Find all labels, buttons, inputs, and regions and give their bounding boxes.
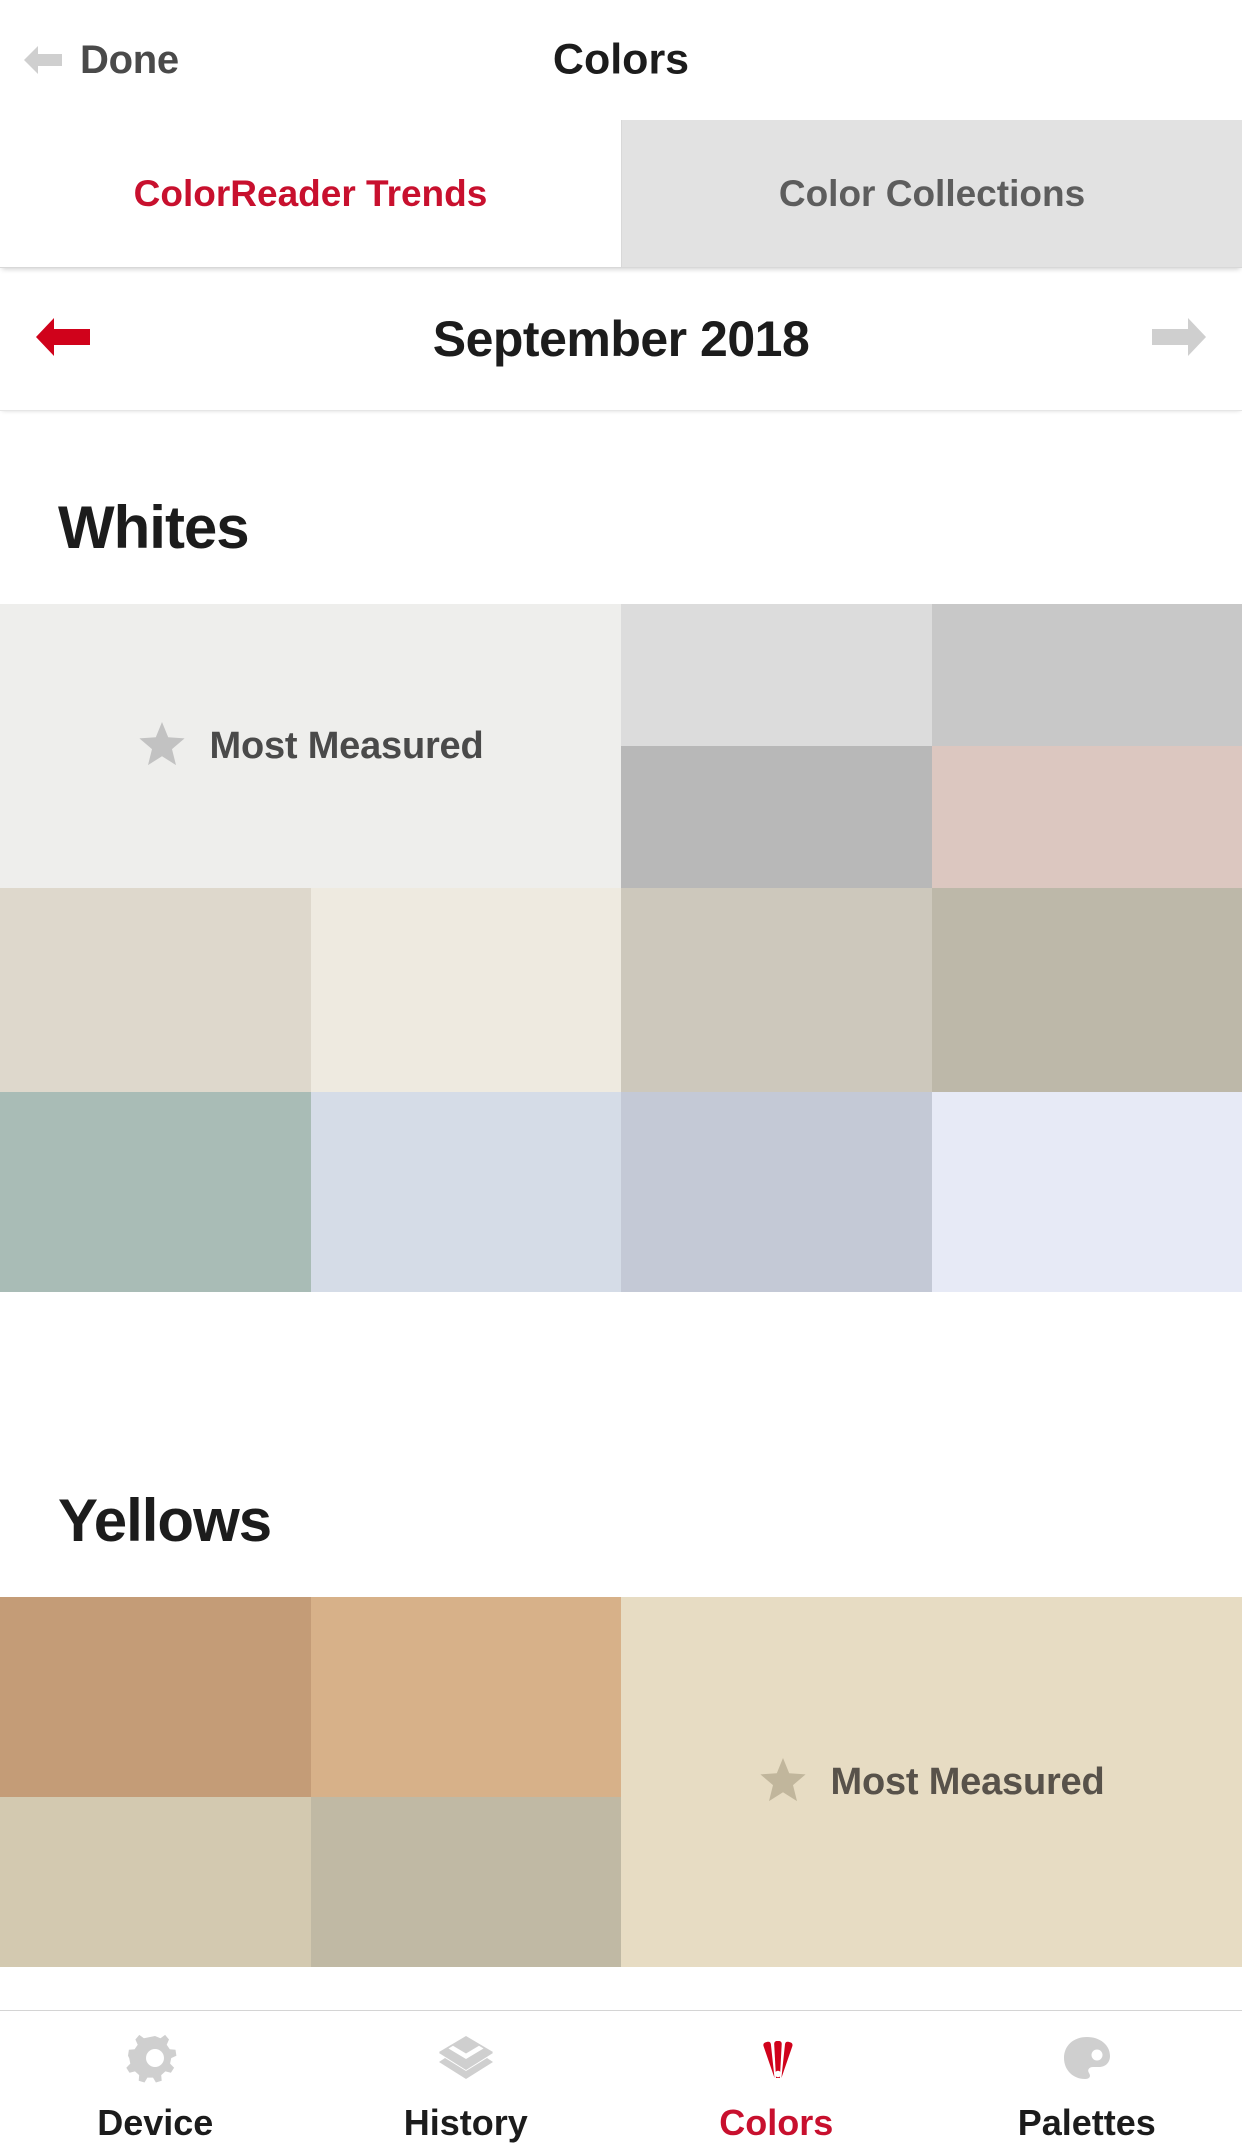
swatch-tile[interactable]	[310, 1597, 621, 1797]
trends-content[interactable]: Whites Most Measured Yellows Most Measur…	[0, 411, 1242, 2156]
star-icon	[137, 720, 187, 773]
most-measured-tile-whites[interactable]: Most Measured	[0, 604, 621, 888]
bottom-tabbar: Device History Colors Palettes	[0, 2010, 1242, 2156]
fandeck-icon	[745, 2030, 807, 2088]
bottom-tab-colors[interactable]: Colors	[621, 2011, 932, 2156]
tab-colorreader-trends[interactable]: ColorReader Trends	[0, 120, 621, 267]
swatch-tile[interactable]	[931, 604, 1242, 746]
prev-month-button[interactable]	[34, 314, 92, 365]
page-title: Colors	[552, 35, 690, 84]
swatch-tile[interactable]	[310, 1092, 621, 1292]
swatch-tile[interactable]	[0, 1092, 311, 1292]
bottom-tab-label: Device	[97, 2101, 214, 2143]
swatch-tile[interactable]	[621, 1092, 932, 1292]
tab-label: ColorReader Trends	[133, 172, 488, 214]
swatch-tile[interactable]	[0, 1597, 311, 1797]
bottom-tab-palettes[interactable]: Palettes	[932, 2011, 1242, 2156]
most-measured-tile-yellows[interactable]: Most Measured	[621, 1597, 1242, 1967]
star-icon	[758, 1756, 808, 1809]
tab-color-collections[interactable]: Color Collections	[621, 120, 1242, 267]
tab-label: Color Collections	[778, 172, 1086, 214]
swatch-tile[interactable]	[931, 888, 1242, 1092]
layers-icon	[435, 2030, 497, 2088]
swatch-grid-whites: Most Measured	[0, 604, 1242, 1292]
bottom-tab-history[interactable]: History	[311, 2011, 622, 2156]
done-button[interactable]: Done	[0, 38, 179, 83]
swatch-tile[interactable]	[621, 746, 932, 888]
month-navigation: September 2018	[0, 268, 1242, 411]
swatch-tile[interactable]	[931, 1092, 1242, 1292]
most-measured-label: Most Measured	[209, 724, 484, 767]
section-gap	[0, 1292, 1242, 1404]
section-title-yellows: Yellows	[58, 1487, 272, 1554]
swatch-tile[interactable]	[931, 746, 1242, 888]
next-month-button[interactable]	[1150, 314, 1208, 365]
arrow-left-icon	[22, 40, 64, 80]
bottom-tab-label: Colors	[719, 2101, 834, 2143]
swatch-tile[interactable]	[0, 1797, 311, 1967]
segment-tabbar: ColorReader Trends Color Collections	[0, 120, 1242, 268]
gear-icon	[124, 2030, 186, 2088]
bottom-tab-device[interactable]: Device	[0, 2011, 311, 2156]
app-root: Done Colors ColorReader Trends Color Col…	[0, 0, 1242, 2156]
bottom-tab-label: Palettes	[1017, 2101, 1156, 2143]
swatch-tile[interactable]	[0, 888, 311, 1092]
swatch-tile[interactable]	[621, 888, 932, 1092]
month-label: September 2018	[432, 311, 810, 367]
most-measured-label: Most Measured	[830, 1760, 1105, 1803]
done-label: Done	[80, 37, 179, 82]
swatch-tile[interactable]	[310, 1797, 621, 1967]
swatch-grid-yellows: Most Measured	[0, 1597, 1242, 1967]
swatch-tile[interactable]	[310, 888, 621, 1092]
swatch-tile[interactable]	[621, 604, 932, 746]
palette-icon	[1056, 2030, 1118, 2088]
page-header: Done Colors	[0, 0, 1242, 120]
section-title-whites: Whites	[58, 494, 250, 561]
bottom-tab-label: History	[403, 2101, 528, 2143]
